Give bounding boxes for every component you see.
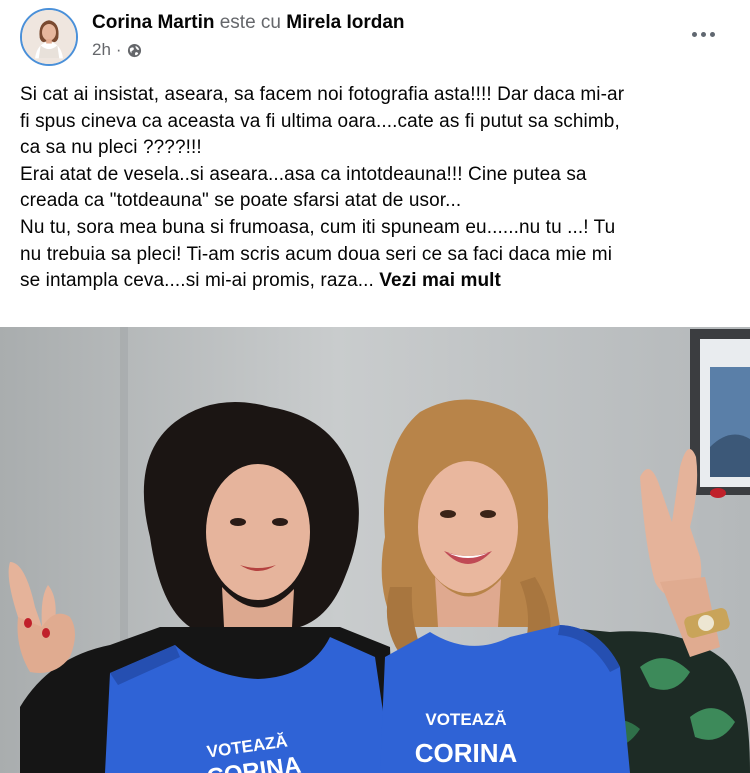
wall-picture-frame: [690, 329, 750, 495]
avatar-image: [22, 10, 76, 64]
more-options-button[interactable]: [686, 22, 720, 46]
more-dots-icon: [700, 31, 706, 37]
author-line: Corina Martin este cu Mirela Iordan: [92, 12, 405, 34]
post-text-line: Erai atat de vesela..si aseara...asa ca …: [20, 163, 587, 185]
post-photo[interactable]: VOTEAZĂ CORINA VOTEAZĂ CORINA: [0, 327, 750, 773]
post-text-line: fi spus cineva ca aceasta va fi ultima o…: [20, 110, 620, 132]
more-dots-icon: [691, 31, 697, 37]
post-text-last-line: se intampla ceva....si mi-ai promis, raz…: [20, 268, 735, 295]
vest-right-text-bottom: CORINA: [415, 738, 518, 768]
post-meta: 2h ·: [92, 40, 142, 60]
with-connector: este cu: [219, 12, 281, 33]
author-avatar[interactable]: [20, 8, 78, 66]
post-text-line: Nu tu, sora mea buna si frumoasa, cum it…: [20, 216, 616, 238]
post-text-line: Si cat ai insistat, aseara, sa facem noi…: [20, 84, 625, 105]
post-header: Corina Martin este cu Mirela Iordan 2h ·: [0, 0, 750, 78]
post-text-line: ca sa nu pleci ????!!!: [20, 137, 202, 159]
globe-icon: [127, 43, 141, 57]
vest-right-text-top: VOTEAZĂ: [425, 710, 506, 729]
tagged-person-link[interactable]: Mirela Iordan: [286, 12, 404, 33]
author-name-link[interactable]: Corina Martin: [92, 12, 214, 33]
post-body-text: Si cat ai insistat, aseara, sa facem noi…: [20, 82, 735, 295]
more-dots-icon: [709, 31, 715, 37]
post-text-line: se intampla ceva....si mi-ai promis, raz…: [20, 270, 374, 292]
see-more-link[interactable]: Vezi mai mult: [379, 270, 501, 291]
photo-illustration: VOTEAZĂ CORINA VOTEAZĂ CORINA: [0, 327, 750, 773]
post-timestamp[interactable]: 2h: [92, 40, 111, 60]
meta-separator: ·: [115, 40, 122, 59]
post-text-line: nu trebuia sa pleci! Ti-am scris acum do…: [20, 243, 613, 265]
post-text-line: creada ca "totdeauna" se poate sfarsi at…: [20, 190, 462, 212]
